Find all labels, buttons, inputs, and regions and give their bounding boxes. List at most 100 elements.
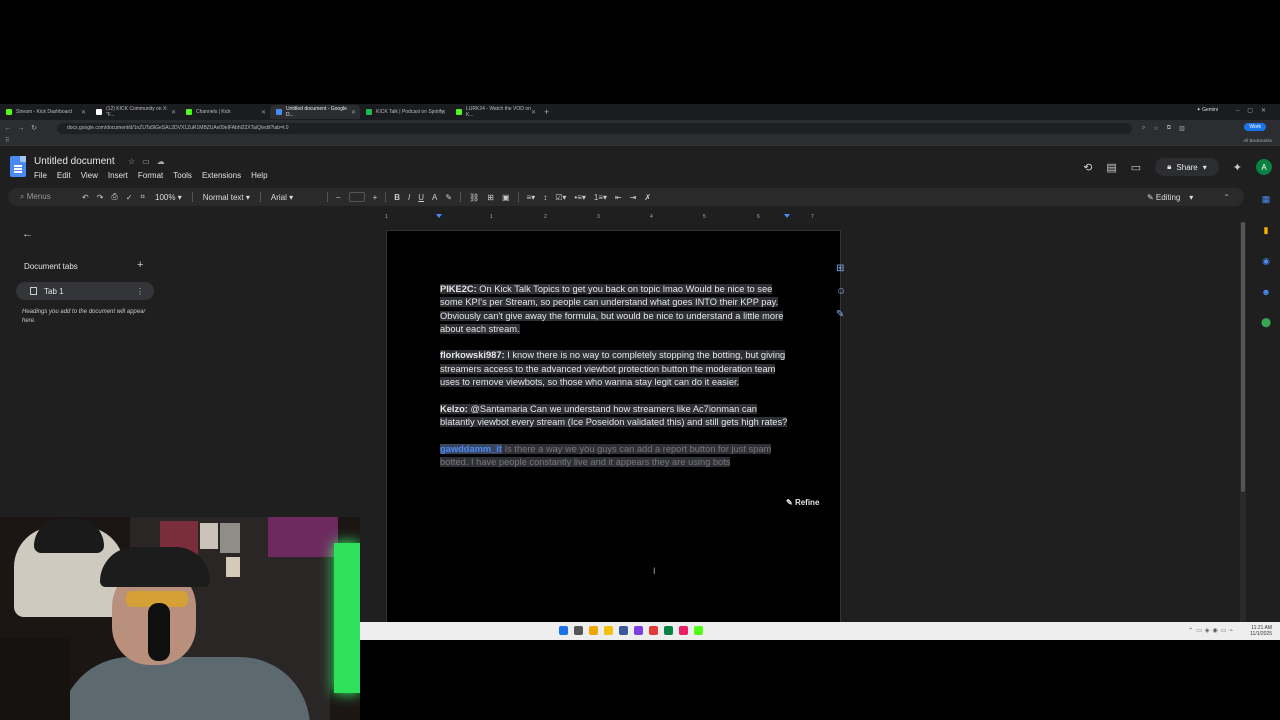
taskbar-app-icon[interactable] (604, 626, 613, 635)
checklist-icon[interactable]: ☑▾ (555, 193, 566, 202)
browser-tab[interactable]: Channels | Kick ✕ (180, 105, 270, 119)
increase-font-icon[interactable]: + (373, 193, 378, 202)
browser-tab[interactable]: Untitled document - Google D... ✕ (270, 105, 360, 119)
left-indent-marker[interactable] (436, 214, 442, 218)
line-spacing-icon[interactable]: ↕ (543, 193, 547, 202)
image-icon[interactable]: ▣ (502, 193, 510, 202)
new-tab-icon[interactable]: + (544, 107, 549, 117)
menu-format[interactable]: Format (138, 171, 163, 180)
spellcheck-icon[interactable]: ✓ (126, 193, 133, 202)
align-icon[interactable]: ≡▾ (527, 193, 536, 202)
paint-format-icon[interactable]: ⌗ (141, 192, 146, 202)
tasks-icon[interactable]: ◉ (1262, 256, 1270, 267)
horizontal-ruler[interactable]: 1 1 2 3 4 5 6 7 (385, 214, 841, 222)
document-body[interactable]: PIKE2C: On Kick Talk Topics to get you b… (440, 283, 792, 482)
reload-icon[interactable]: ↻ (29, 124, 39, 132)
contacts-icon[interactable]: ☻ (1261, 287, 1270, 297)
decrease-indent-icon[interactable]: ⇤ (615, 193, 622, 202)
document-tab-1[interactable]: Tab 1 ⋮ (16, 282, 154, 300)
avatar[interactable]: A (1256, 159, 1272, 175)
taskbar-app-icon[interactable] (649, 626, 658, 635)
taskbar-app-icon[interactable] (634, 626, 643, 635)
menus-search[interactable]: ⌕ Menus (20, 192, 78, 202)
sidebar-icon[interactable]: ▥ (1179, 125, 1185, 132)
italic-icon[interactable]: I (408, 193, 410, 202)
print-icon[interactable]: ⎙ (111, 192, 117, 202)
gemini-spark-icon[interactable]: ✦ (1233, 161, 1242, 174)
bold-icon[interactable]: B (394, 193, 400, 202)
menu-edit[interactable]: Edit (57, 171, 71, 180)
comment-paragraph[interactable]: Kelzo: @Santamaria Can we understand how… (440, 403, 792, 430)
numbered-list-icon[interactable]: 1≡▾ (594, 193, 607, 202)
taskbar-app-icon[interactable] (694, 626, 703, 635)
taskbar-app-icon[interactable] (664, 626, 673, 635)
bullet-list-icon[interactable]: •≡▾ (574, 193, 585, 202)
close-tab-icon[interactable]: ✕ (81, 109, 86, 116)
emoji-reaction-icon[interactable]: ☺ (836, 286, 846, 297)
version-history-icon[interactable]: ⟲ (1083, 161, 1092, 174)
right-indent-marker[interactable] (784, 214, 790, 218)
close-tab-icon[interactable]: ✕ (531, 109, 536, 116)
increase-indent-icon[interactable]: ⇥ (630, 193, 637, 202)
forward-icon[interactable]: → (16, 125, 26, 132)
document-page[interactable]: PIKE2C: On Kick Talk Topics to get you b… (386, 230, 841, 640)
comment-paragraph[interactable]: PIKE2C: On Kick Talk Topics to get you b… (440, 283, 792, 336)
text-color-icon[interactable]: A (432, 193, 437, 202)
link-icon[interactable]: ⛓ (469, 193, 479, 202)
clear-formatting-icon[interactable]: ✗ (644, 193, 651, 202)
close-tab-icon[interactable]: ✕ (351, 109, 356, 116)
undo-icon[interactable]: ↶ (82, 193, 89, 202)
taskbar-app-icon[interactable] (559, 626, 568, 635)
underline-icon[interactable]: U (418, 193, 424, 202)
keep-icon[interactable]: ▮ (1264, 225, 1269, 236)
calendar-icon[interactable]: ▦ (1262, 194, 1271, 205)
close-tab-icon[interactable]: ✕ (441, 109, 446, 116)
clock[interactable]: 11:21 AM 11/1/2025 (1250, 625, 1272, 637)
back-icon[interactable]: ← (3, 125, 13, 132)
menu-file[interactable]: File (34, 171, 47, 180)
zoom-icon[interactable]: ⌕ (1142, 125, 1145, 132)
menu-insert[interactable]: Insert (108, 171, 128, 180)
system-tray-icons[interactable]: ⌃▭◈◉▭⌁ (1188, 627, 1236, 634)
share-button[interactable]: 🔒︎ Share ▾ (1155, 158, 1219, 176)
close-tab-icon[interactable]: ✕ (261, 109, 266, 116)
add-comment-icon[interactable]: ⊞ (836, 263, 846, 274)
window-controls[interactable]: –▢✕ (1236, 107, 1274, 114)
bookmark-star-icon[interactable]: ☆ (1153, 125, 1158, 132)
profile-work-badge[interactable]: Work (1244, 123, 1266, 131)
meet-icon[interactable]: ▭ (1131, 161, 1141, 174)
redo-icon[interactable]: ↷ (97, 193, 104, 202)
menu-extensions[interactable]: Extensions (202, 171, 241, 180)
move-folder-icon[interactable]: ▭ (142, 157, 157, 166)
comment-paragraph[interactable]: florkowski987: I know there is no way to… (440, 349, 792, 389)
taskbar-app-icon[interactable] (679, 626, 688, 635)
selected-paragraph[interactable]: gawddamm_it Is there a way we you guys c… (440, 443, 792, 470)
add-comment-icon[interactable]: ⊞ (487, 193, 494, 202)
menu-help[interactable]: Help (251, 171, 267, 180)
browser-tab[interactable]: (12) KICK Community on X: "F... ✕ (90, 105, 180, 119)
docs-logo-icon[interactable] (10, 156, 26, 177)
taskbar-app-icon[interactable] (574, 626, 583, 635)
highlight-icon[interactable]: ✎ (445, 193, 452, 202)
zoom-select[interactable]: 100% ▾ (155, 193, 182, 202)
more-options-icon[interactable]: ⋮ (136, 287, 144, 296)
url-input[interactable]: docs.google.com/document/d/1nZUTa5lGeSAL… (57, 122, 1132, 134)
font-size-input[interactable] (348, 192, 365, 202)
taskbar-app-icon[interactable] (589, 626, 598, 635)
browser-tab[interactable]: KICK Talk | Podcast on Spotify ✕ (360, 105, 450, 119)
menu-tools[interactable]: Tools (173, 171, 192, 180)
suggest-edit-icon[interactable]: ✎ (836, 309, 846, 320)
menu-view[interactable]: View (81, 171, 98, 180)
maps-icon[interactable]: ⬤ (1261, 317, 1271, 328)
style-select[interactable]: Normal text ▾ (203, 193, 250, 202)
document-title[interactable]: Untitled document (34, 156, 115, 167)
taskbar-app-icon[interactable] (619, 626, 628, 635)
font-select[interactable]: Arial ▾ (271, 193, 317, 202)
comments-icon[interactable]: ▤ (1106, 161, 1116, 174)
extensions-icon[interactable]: ⧉ (1167, 125, 1171, 132)
refine-button[interactable]: ✎ Refine (786, 498, 819, 507)
all-bookmarks-link[interactable]: All Bookmarks (1243, 138, 1272, 143)
back-arrow-icon[interactable]: ← (22, 228, 33, 240)
close-tab-icon[interactable]: ✕ (171, 109, 176, 116)
apps-grid-icon[interactable]: ⠿ (5, 137, 9, 144)
